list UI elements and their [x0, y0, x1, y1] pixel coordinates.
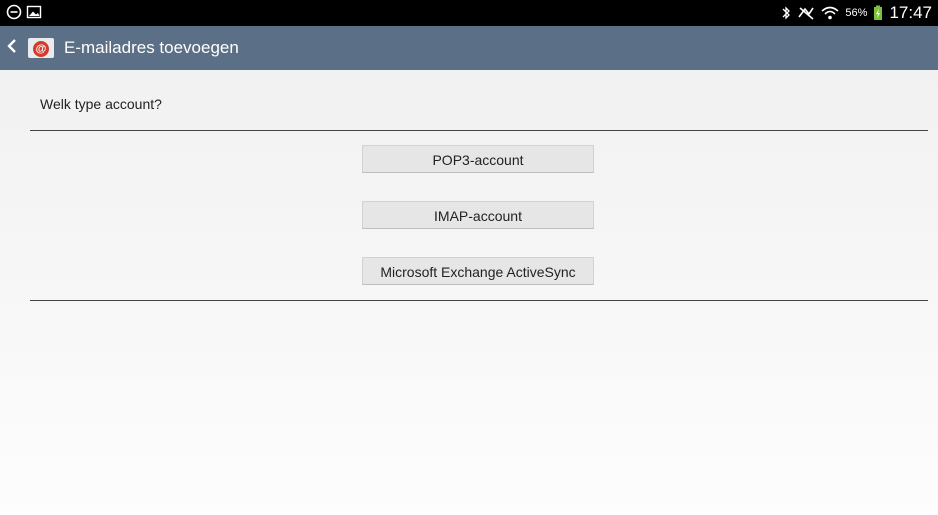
- muted-icon: [798, 7, 815, 20]
- battery-charging-icon: [874, 5, 883, 20]
- page-title: E-mailadres toevoegen: [64, 38, 239, 57]
- at-sign-icon: @: [33, 41, 49, 57]
- chevron-left-icon: [7, 39, 16, 53]
- divider-top: [30, 130, 928, 131]
- status-bar: 56% 17:47: [0, 0, 938, 26]
- email-app-icon[interactable]: @: [28, 35, 54, 61]
- account-type-question: Welk type account?: [40, 96, 162, 112]
- divider-bottom: [30, 300, 928, 301]
- pop3-account-button[interactable]: POP3-account: [362, 145, 594, 173]
- exchange-activesync-button[interactable]: Microsoft Exchange ActiveSync: [362, 257, 594, 285]
- battery-percent: 56%: [845, 7, 868, 19]
- do-not-disturb-icon: [6, 4, 22, 20]
- back-button[interactable]: [6, 26, 24, 70]
- clock: 17:47: [889, 3, 932, 22]
- bluetooth-icon: [782, 6, 791, 20]
- app-bar: @ E-mailadres toevoegen: [0, 26, 938, 70]
- imap-account-button[interactable]: IMAP-account: [362, 201, 594, 229]
- wifi-icon: [821, 6, 839, 20]
- main-content: Welk type account? POP3-account IMAP-acc…: [0, 70, 938, 515]
- gallery-notification-icon: [26, 5, 42, 19]
